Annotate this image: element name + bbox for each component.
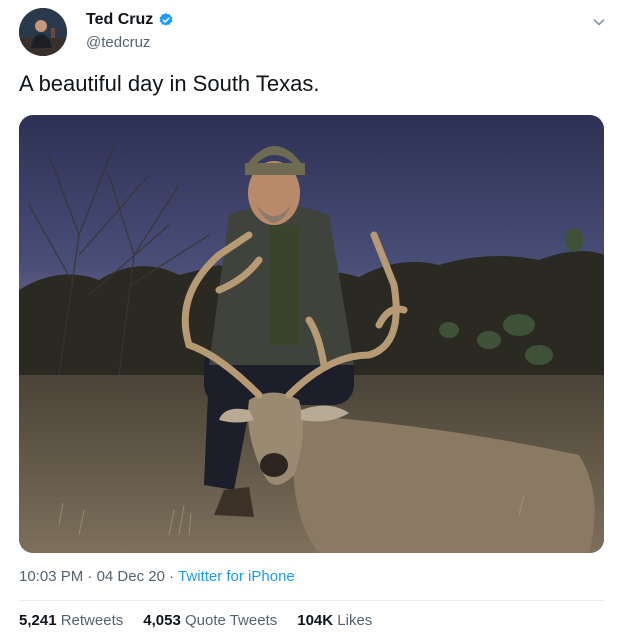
photo-hunter-with-deer bbox=[19, 115, 604, 553]
tweet-photo[interactable] bbox=[19, 115, 604, 553]
likes-count: 104K bbox=[297, 612, 334, 629]
retweets-label: Retweets bbox=[60, 612, 124, 629]
meta-separator-2: · bbox=[169, 568, 175, 585]
divider bbox=[19, 600, 604, 601]
likes-label: Likes bbox=[337, 612, 373, 629]
tweet-source-link[interactable]: Twitter for iPhone bbox=[178, 568, 295, 585]
tweet-text: A beautiful day in South Texas. bbox=[19, 71, 320, 96]
author-display-name[interactable]: Ted Cruz bbox=[86, 11, 153, 29]
retweets-stat[interactable]: 5,241 Retweets bbox=[19, 612, 123, 629]
tweet-stats: 5,241 Retweets 4,053 Quote Tweets 104K L… bbox=[19, 612, 372, 629]
tweet: Ted Cruz @tedcruz A beautiful day in Sou… bbox=[0, 0, 623, 640]
avatar-image bbox=[19, 8, 67, 56]
tweet-timestamp-row: 10:03 PM · 04 Dec 20 · Twitter for iPhon… bbox=[19, 568, 295, 585]
verified-badge-icon bbox=[158, 12, 174, 28]
quote-tweets-stat[interactable]: 4,053 Quote Tweets bbox=[143, 612, 277, 629]
chevron-down-icon[interactable] bbox=[591, 14, 607, 30]
avatar[interactable] bbox=[19, 8, 67, 56]
tweet-time[interactable]: 10:03 PM bbox=[19, 568, 83, 585]
tweet-date[interactable]: 04 Dec 20 bbox=[97, 568, 165, 585]
author-handle[interactable]: @tedcruz bbox=[86, 34, 150, 51]
meta-separator: · bbox=[87, 568, 93, 585]
quote-tweets-count: 4,053 bbox=[143, 612, 181, 629]
likes-stat[interactable]: 104K Likes bbox=[297, 612, 372, 629]
quote-tweets-label: Quote Tweets bbox=[184, 612, 278, 629]
retweets-count: 5,241 bbox=[19, 612, 57, 629]
author-name-row[interactable]: Ted Cruz bbox=[86, 11, 174, 29]
